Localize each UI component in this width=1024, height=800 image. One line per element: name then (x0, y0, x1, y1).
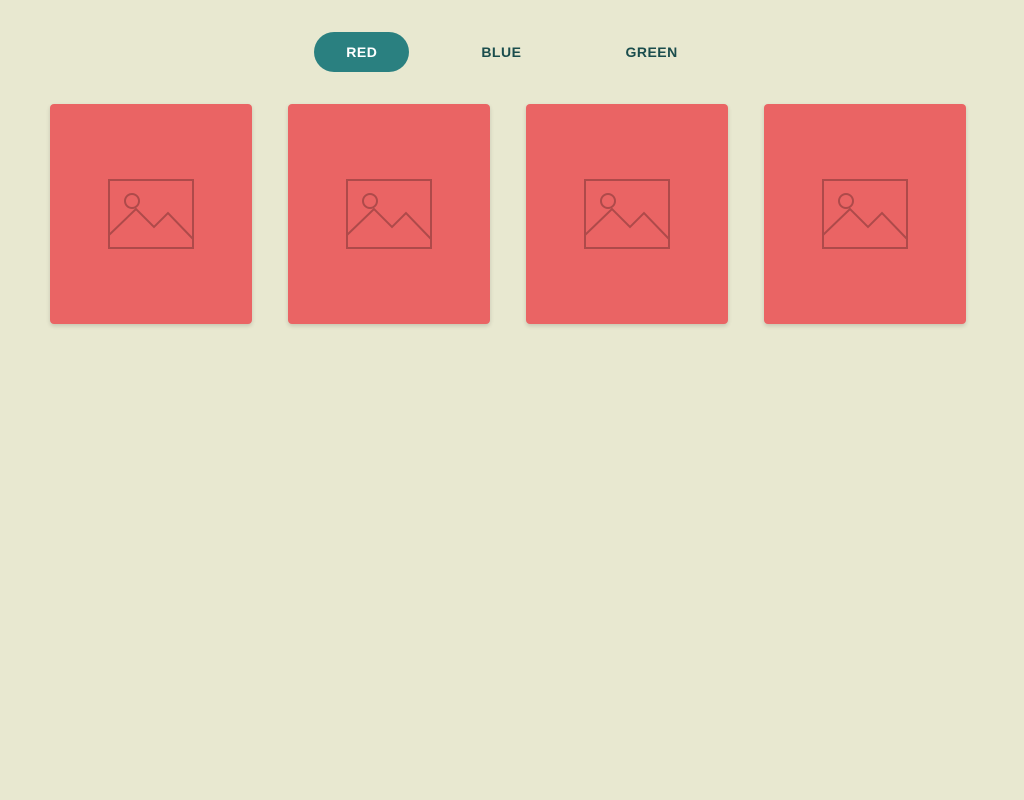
gallery-card[interactable] (288, 104, 490, 324)
tab-red[interactable]: RED (314, 32, 409, 72)
main-container: RED BLUE GREEN (0, 0, 1024, 356)
image-placeholder-icon (346, 179, 432, 249)
gallery-card[interactable] (764, 104, 966, 324)
image-placeholder-icon (822, 179, 908, 249)
image-placeholder-icon (584, 179, 670, 249)
gallery-grid (50, 104, 974, 324)
tab-blue[interactable]: BLUE (449, 32, 553, 72)
image-placeholder-icon (108, 179, 194, 249)
gallery-card[interactable] (526, 104, 728, 324)
tab-green[interactable]: GREEN (593, 32, 709, 72)
tabs-bar: RED BLUE GREEN (50, 32, 974, 72)
gallery-card[interactable] (50, 104, 252, 324)
